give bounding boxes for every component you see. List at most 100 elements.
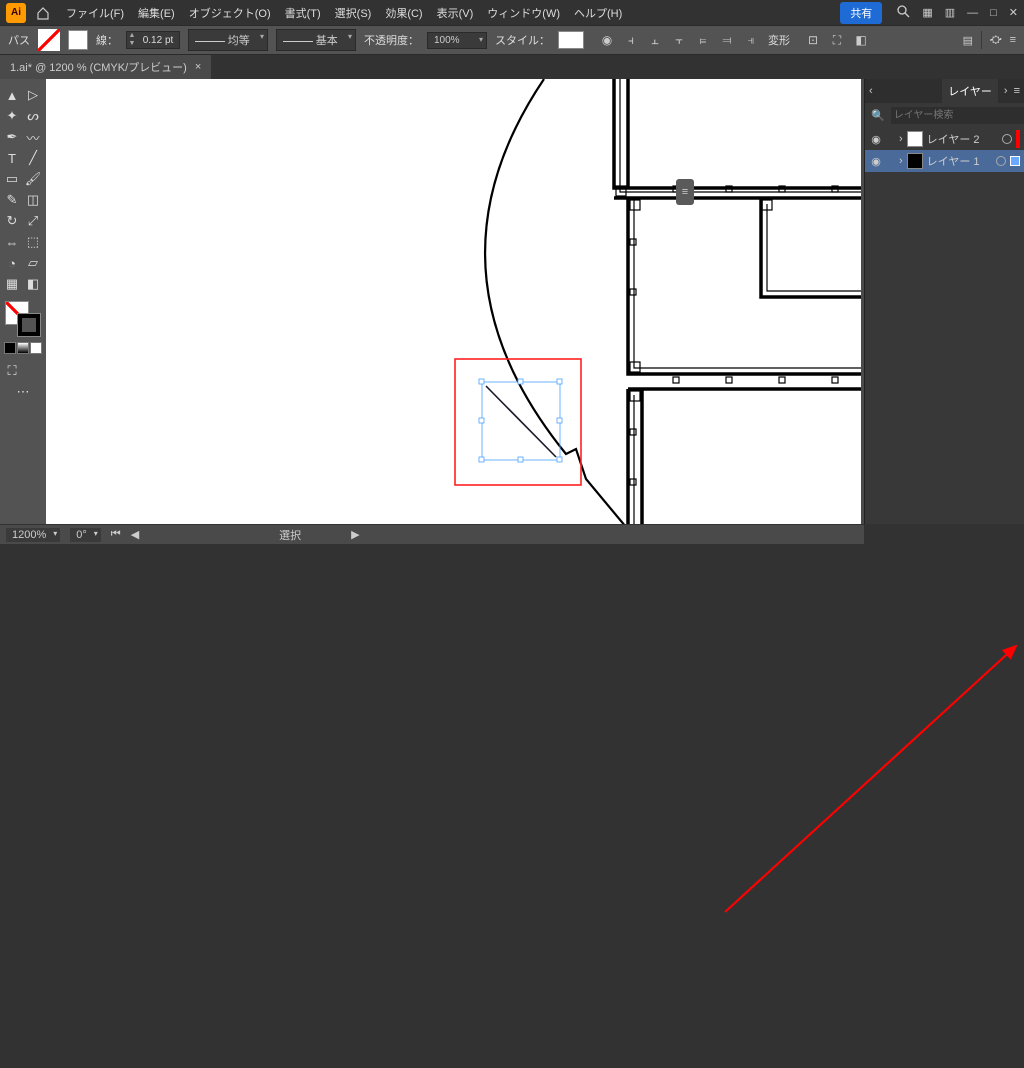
panel-menu-icon[interactable]: ≡: [1010, 34, 1016, 46]
minimize-icon[interactable]: —: [967, 7, 978, 19]
graphic-style[interactable]: [558, 31, 584, 49]
align-left-icon[interactable]: ⫞: [622, 33, 640, 48]
line-tool[interactable]: ╱: [23, 148, 43, 168]
zoom-dd[interactable]: 1200%: [6, 528, 60, 542]
visibility-icon[interactable]: ◉: [869, 155, 883, 168]
target-icon[interactable]: [1002, 134, 1012, 144]
toolbox: ▲▷ ✦ᔕ ✒〰 T╱ ▭🖌 ✎◫ ↻⤢ ⇔⬚ ◔▱ ▦◧ ⛶ ⋯: [0, 79, 46, 524]
canvas[interactable]: ≡: [46, 79, 864, 524]
panel-tab-prev[interactable]: ‹: [869, 85, 873, 97]
stroke-label: 線：: [96, 32, 118, 48]
app-logo: Ai: [6, 3, 26, 23]
menu-select[interactable]: 選択(S): [329, 1, 378, 25]
crop-icon[interactable]: ⛶: [828, 33, 846, 48]
align-bottom-icon[interactable]: ⫣: [742, 33, 760, 48]
menu-help[interactable]: ヘルプ(H): [568, 1, 628, 25]
prefs-icon[interactable]: ⛮: [990, 34, 1002, 47]
color-mode-solid[interactable]: [4, 342, 16, 354]
direct-select-tool[interactable]: ▷: [23, 85, 43, 105]
color-mode-none[interactable]: [30, 342, 42, 354]
color-mode-gradient[interactable]: [17, 342, 29, 354]
edit-toolbar[interactable]: ⋯: [2, 382, 44, 402]
rotate-tool[interactable]: ↻: [2, 211, 22, 231]
width-tool[interactable]: ⇔: [2, 232, 22, 252]
panel-menu-icon[interactable]: ≡: [1014, 85, 1020, 97]
layer-search-input[interactable]: [891, 107, 1024, 124]
share-button[interactable]: 共有: [840, 2, 882, 24]
nav-first-icon[interactable]: ⏮: [111, 528, 121, 541]
free-transform-tool[interactable]: ⬚: [23, 232, 43, 252]
brush-dd[interactable]: 基本: [276, 29, 356, 51]
panel-tab-next[interactable]: ›: [1004, 85, 1008, 97]
opacity-dd[interactable]: 100%: [427, 32, 487, 49]
panel-tabs: ‹ レイヤー › ≡: [865, 79, 1024, 103]
close-tab-icon[interactable]: ×: [195, 61, 201, 73]
layer-row[interactable]: ◉ › レイヤー 1: [865, 150, 1024, 172]
layer-name[interactable]: レイヤー 2: [927, 131, 998, 147]
stroke-weight-input[interactable]: [137, 35, 179, 46]
pen-tool[interactable]: ✒: [2, 127, 22, 147]
menu-edit[interactable]: 編集(E): [132, 1, 181, 25]
scale-tool[interactable]: ⤢: [23, 211, 43, 231]
stroke-weight-field[interactable]: ▲▼: [126, 31, 180, 49]
screen-mode-tool[interactable]: ⛶: [2, 361, 22, 381]
disclosure-icon[interactable]: ›: [899, 155, 903, 167]
layer-name[interactable]: レイヤー 1: [927, 153, 992, 169]
layer-thumb: [907, 131, 923, 147]
panel-tab-layers[interactable]: レイヤー: [942, 79, 998, 103]
home-icon[interactable]: [34, 4, 52, 22]
lasso-tool[interactable]: ᔕ: [23, 106, 43, 126]
fill-swatch[interactable]: [38, 29, 60, 51]
menu-file[interactable]: ファイル(F): [60, 1, 130, 25]
mask-icon[interactable]: ◧: [852, 33, 870, 48]
contextual-menu-icon[interactable]: ≡: [676, 179, 694, 205]
type-tool[interactable]: T: [2, 148, 22, 168]
menu-object[interactable]: オブジェクト(O): [183, 1, 277, 25]
stroke-profile-dd[interactable]: 均等: [188, 29, 268, 51]
selection-tool[interactable]: ▲: [2, 85, 22, 105]
style-label: スタイル：: [495, 32, 550, 48]
nav-next-icon[interactable]: ▶: [351, 528, 359, 541]
magic-wand-tool[interactable]: ✦: [2, 106, 22, 126]
document-tab[interactable]: 1.ai* @ 1200 % (CMYK/プレビュー) ×: [0, 55, 211, 79]
menubar: Ai ファイル(F) 編集(E) オブジェクト(O) 書式(T) 選択(S) 効…: [0, 0, 1024, 25]
eraser-tool[interactable]: ◫: [23, 190, 43, 210]
menu-window[interactable]: ウィンドウ(W): [481, 1, 566, 25]
stroke-swatch[interactable]: [68, 30, 88, 50]
maximize-icon[interactable]: □: [990, 7, 997, 19]
target-icon[interactable]: [996, 156, 1006, 166]
layer-row[interactable]: ◉ › レイヤー 2: [865, 128, 1024, 150]
shaper-tool[interactable]: ✎: [2, 190, 22, 210]
gradient-tool[interactable]: ◧: [23, 274, 43, 294]
essentials-icon[interactable]: ▤: [963, 34, 973, 47]
close-window-icon[interactable]: ✕: [1009, 6, 1018, 19]
arrange-docs-icon[interactable]: ▦: [922, 6, 932, 19]
menu-view[interactable]: 表示(V): [431, 1, 480, 25]
align-hcenter-icon[interactable]: ⫠: [646, 33, 664, 48]
brush-tool[interactable]: 🖌: [23, 169, 43, 189]
isolate-icon[interactable]: ⊡: [804, 33, 822, 48]
workspace-icon[interactable]: ▥: [945, 6, 955, 19]
search-icon[interactable]: [896, 4, 910, 21]
curvature-tool[interactable]: 〰: [23, 127, 43, 147]
separator: [981, 31, 982, 49]
align-top-icon[interactable]: ⫢: [694, 33, 712, 48]
align-vcenter-icon[interactable]: ⫤: [718, 33, 736, 48]
disclosure-icon[interactable]: ›: [899, 133, 903, 145]
selection-indicator[interactable]: [1010, 156, 1020, 166]
rotate-dd[interactable]: 0°: [70, 528, 101, 542]
align-right-icon[interactable]: ⫟: [670, 33, 688, 48]
recolor-icon[interactable]: ◉: [598, 33, 616, 48]
artboard: [46, 79, 861, 524]
perspective-tool[interactable]: ▱: [23, 253, 43, 273]
menu-effect[interactable]: 効果(C): [379, 1, 428, 25]
artwork: [46, 79, 861, 524]
nav-prev-icon[interactable]: ◀: [131, 528, 139, 541]
transform-label[interactable]: 変形: [768, 32, 790, 48]
fill-stroke-indicator[interactable]: [5, 301, 41, 337]
rect-tool[interactable]: ▭: [2, 169, 22, 189]
mesh-tool[interactable]: ▦: [2, 274, 22, 294]
menu-type[interactable]: 書式(T): [279, 1, 327, 25]
shape-builder-tool[interactable]: ◔: [2, 253, 22, 273]
visibility-icon[interactable]: ◉: [869, 133, 883, 146]
